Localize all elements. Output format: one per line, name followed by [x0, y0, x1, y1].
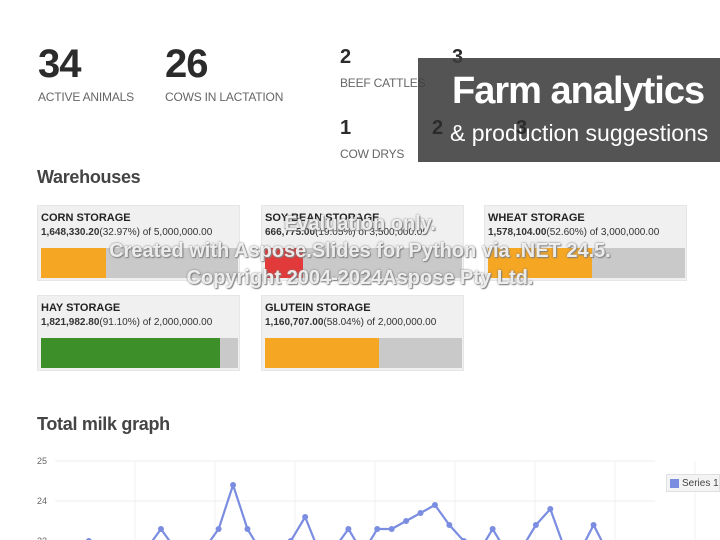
warehouses-heading: Warehouses — [37, 167, 141, 187]
data-point — [403, 518, 410, 524]
data-point — [345, 526, 352, 532]
data-point — [532, 522, 539, 528]
banner-subtitle: & production suggestions — [450, 120, 709, 146]
stat-value: 3 — [516, 117, 527, 139]
data-point — [244, 526, 251, 532]
data-point — [215, 526, 222, 532]
y-tick-label: 24 — [37, 496, 47, 506]
data-point — [374, 526, 381, 532]
chart-legend: Series 1 — [666, 474, 720, 492]
warehouse-progress-bar — [41, 338, 238, 368]
stat-cows-in-lactation: 26 COWS IN LACTATION — [165, 44, 283, 104]
legend-label: Series 1 — [682, 478, 719, 489]
stat-heifers: 3 HEIFERS — [516, 117, 567, 161]
data-point — [157, 526, 164, 532]
stat-value: 34 — [38, 42, 81, 86]
progress-fill — [265, 338, 380, 368]
warehouse-progress-bar — [265, 338, 462, 368]
data-point — [489, 526, 496, 532]
stat-label: COW PDS — [432, 147, 488, 161]
stat-label: COW DRYS — [340, 147, 405, 161]
data-point — [417, 510, 424, 516]
progress-fill — [41, 338, 221, 368]
stat-value: 26 — [165, 42, 209, 86]
watermark-line-2: Created with Aspose.Slides for Python vi… — [109, 240, 611, 262]
y-tick-label: 23 — [37, 536, 47, 540]
stat-label: HEIFERS — [516, 147, 567, 161]
banner-title: Farm analytics — [452, 70, 705, 112]
milk-line-chart: 25 24 23 — [37, 456, 696, 540]
data-point — [388, 526, 395, 532]
y-tick-label: 25 — [37, 456, 47, 466]
data-point — [230, 482, 237, 488]
warehouse-name: GLUTEIN STORAGE — [265, 302, 371, 314]
warehouse-amount: 1,821,982.80(91.10%) of 2,000,000.00 — [41, 317, 213, 328]
stat-label: ACTIVE ANIMALS — [38, 90, 134, 104]
stat-label: BEEF CATTLES — [340, 76, 426, 90]
stat-value: 2 — [432, 117, 443, 139]
series-line — [88, 483, 603, 540]
data-point — [431, 502, 438, 508]
data-point — [590, 522, 597, 528]
stat-cow-drys: 1 COW DRYS — [340, 117, 404, 161]
warehouse-name: HAY STORAGE — [41, 302, 121, 314]
data-point — [547, 506, 554, 512]
stat-active-animals: 34 ACTIVE ANIMALS — [38, 44, 134, 104]
data-point — [302, 514, 309, 520]
data-point — [446, 522, 453, 528]
watermark-line-1: Evaluation only. — [284, 213, 436, 235]
stat-value: 1 — [340, 117, 351, 139]
warehouse-card-glutein: GLUTEIN STORAGE 1,160,707.00(58.04%) of … — [261, 295, 464, 371]
warehouse-card-hay: HAY STORAGE 1,821,982.80(91.10%) of 2,00… — [37, 295, 240, 371]
stat-beef-cattles: 2 BEEF CATTLES — [340, 46, 426, 90]
watermark-line-3: Copyright 2004-2024Aspose Pty Ltd. — [186, 267, 534, 289]
stat-label: COWS IN LACTATION — [165, 90, 284, 104]
warehouse-amount: 1,160,707.00(58.04%) of 2,000,000.00 — [265, 317, 437, 328]
milk-graph-heading: Total milk graph — [37, 414, 170, 434]
stat-cow-pds: 2 COW PDS — [432, 117, 488, 161]
stat-value: 2 — [340, 46, 351, 68]
legend-swatch — [670, 479, 679, 488]
